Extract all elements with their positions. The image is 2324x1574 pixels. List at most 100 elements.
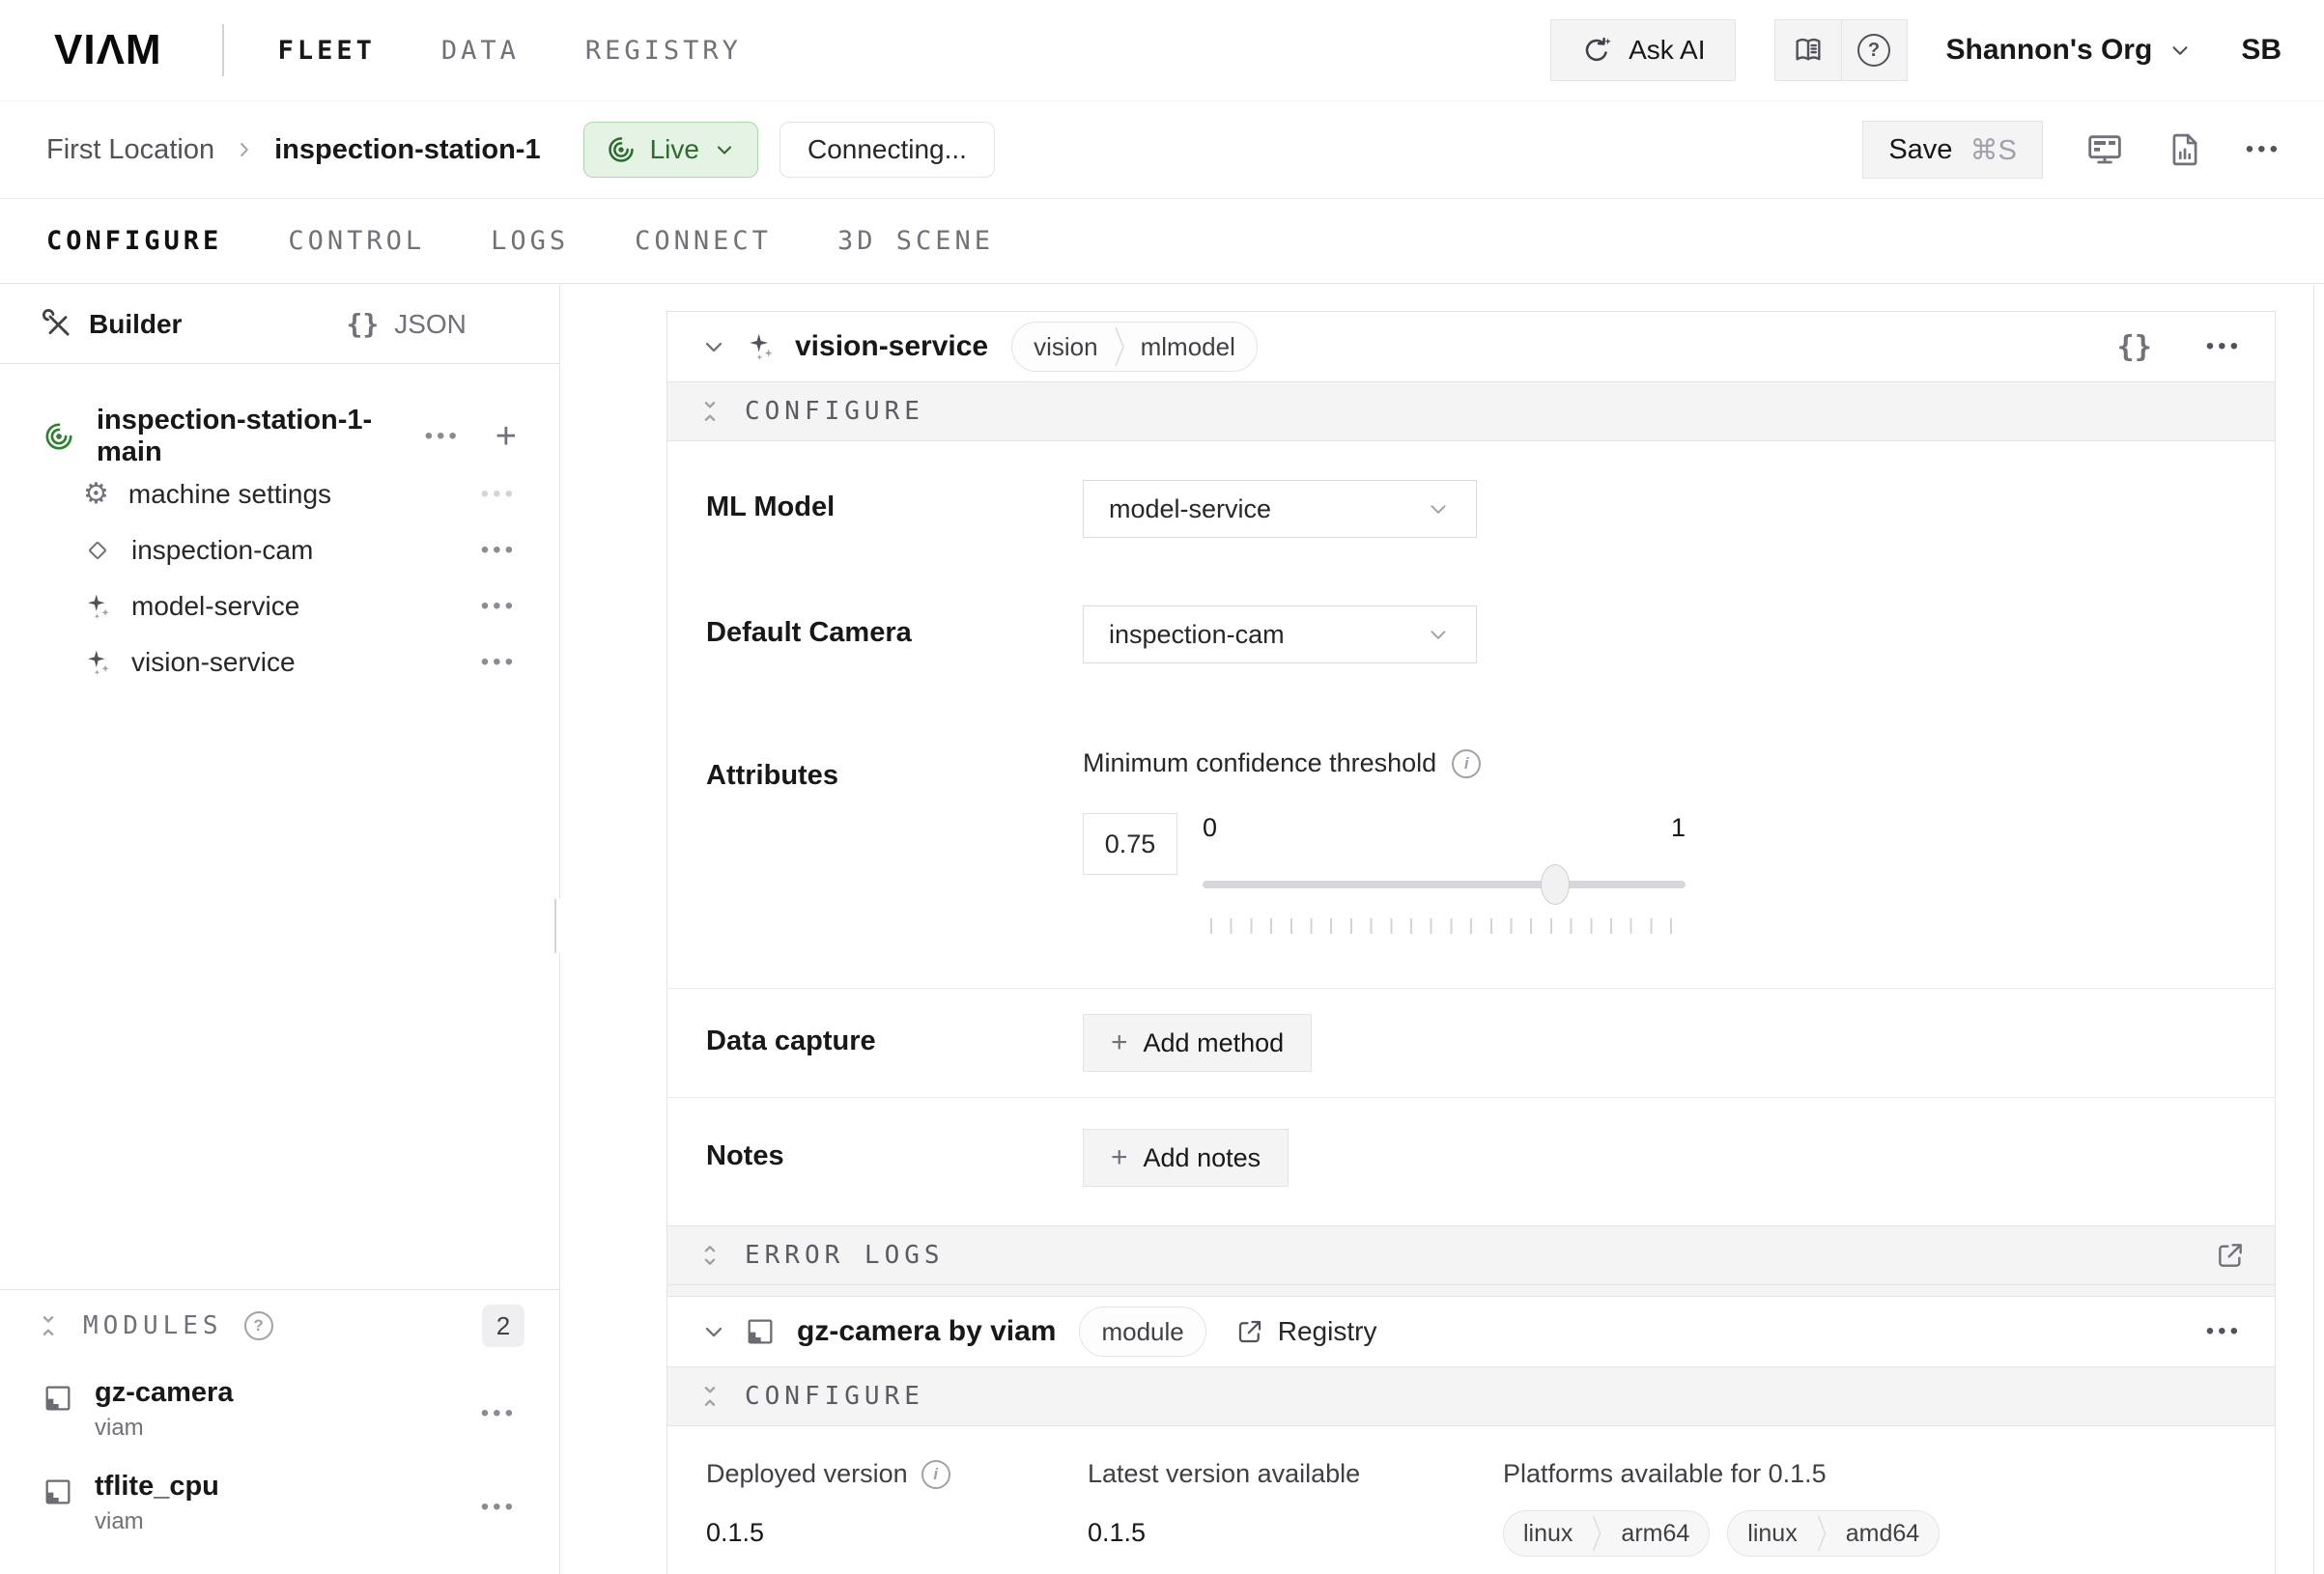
- tree-item-vision-service[interactable]: vision-service •••: [0, 634, 559, 690]
- nav-data[interactable]: DATA: [441, 36, 520, 66]
- module-item-tflite-cpu[interactable]: tflite_cpu viam •••: [0, 1455, 559, 1549]
- tab-configure[interactable]: CONFIGURE: [46, 226, 222, 256]
- tab-connect[interactable]: CONNECT: [635, 226, 772, 256]
- mode-builder[interactable]: Builder: [43, 309, 182, 340]
- fold-icon[interactable]: [696, 1383, 723, 1410]
- tree-item-more-menu[interactable]: •••: [481, 651, 517, 674]
- service-sparkles-icon: [745, 331, 776, 362]
- notes-row: Notes + Add notes: [667, 1098, 2275, 1225]
- tree-root-machine[interactable]: inspection-station-1-main ••• +: [0, 407, 559, 466]
- tree-item-more-menu[interactable]: •••: [481, 539, 517, 562]
- nav-registry[interactable]: REGISTRY: [585, 36, 742, 66]
- platforms-label: Platforms available for 0.1.5: [1503, 1459, 1827, 1489]
- tab-3d-scene[interactable]: 3D SCENE: [837, 226, 994, 256]
- service-sparkles-icon: [83, 592, 112, 621]
- header-right: Ask AI ? Shannon's Org: [1550, 19, 2281, 81]
- save-button[interactable]: Save ⌘S: [1862, 121, 2042, 179]
- platform-os: linux: [1504, 1520, 1592, 1548]
- chevron-down-icon: [1426, 496, 1451, 521]
- add-component-button[interactable]: +: [496, 418, 517, 455]
- info-icon[interactable]: i: [921, 1460, 950, 1489]
- tree-item-label: model-service: [131, 591, 299, 622]
- slider-handle[interactable]: [1541, 864, 1570, 905]
- module-more-menu[interactable]: •••: [481, 1402, 517, 1425]
- org-switcher[interactable]: Shannon's Org: [1946, 34, 2194, 67]
- top-nav: FLEET DATA REGISTRY: [278, 36, 742, 66]
- module-card-more-menu[interactable]: •••: [2206, 1320, 2242, 1343]
- latest-version-label: Latest version available: [1088, 1459, 1360, 1489]
- add-method-button[interactable]: + Add method: [1083, 1014, 1312, 1072]
- vision-card-more-menu[interactable]: •••: [2206, 335, 2242, 358]
- module-configure-body: Deployed version i 0.1.5 Latest version …: [667, 1426, 2275, 1574]
- vision-configure-header: CONFIGURE: [667, 381, 2275, 441]
- module-more-menu[interactable]: •••: [481, 1496, 517, 1519]
- live-status-dropdown[interactable]: Live: [583, 122, 758, 178]
- error-logs-header: ERROR LOGS: [667, 1225, 2275, 1285]
- tree-item-model-service[interactable]: model-service •••: [0, 578, 559, 634]
- tree-item-more-menu[interactable]: •••: [481, 595, 517, 618]
- breadcrumb-location[interactable]: First Location: [46, 134, 214, 166]
- live-status-label: Live: [650, 134, 699, 165]
- slider-track[interactable]: [1203, 881, 1686, 888]
- tree-item-inspection-cam[interactable]: inspection-cam •••: [0, 522, 559, 578]
- platform-pill: linux amd64: [1727, 1510, 1940, 1557]
- tree-item-more-menu[interactable]: •••: [481, 483, 517, 506]
- configure-section-label: CONFIGURE: [745, 1382, 924, 1411]
- platforms-col: Platforms available for 0.1.5 linux arm6…: [1503, 1459, 2236, 1557]
- chevron-down-icon[interactable]: [700, 1318, 727, 1345]
- fold-icon[interactable]: [696, 398, 723, 425]
- modules-count-badge: 2: [482, 1305, 524, 1347]
- help-button[interactable]: ?: [1841, 20, 1907, 80]
- chevron-down-icon[interactable]: [700, 333, 727, 360]
- registry-link[interactable]: Registry: [1235, 1316, 1377, 1347]
- viam-logo: VIΛM: [54, 26, 162, 74]
- machine-more-menu[interactable]: •••: [2246, 138, 2281, 161]
- info-icon[interactable]: i: [1452, 749, 1481, 778]
- viam-app: VIΛM FLEET DATA REGISTRY Ask AI: [0, 0, 2324, 1574]
- ask-ai-button[interactable]: Ask AI: [1550, 19, 1735, 81]
- modules-help-icon[interactable]: ?: [244, 1311, 273, 1340]
- tab-control[interactable]: CONTROL: [288, 226, 425, 256]
- logs-file-icon[interactable]: [2167, 131, 2203, 168]
- default-camera-value: inspection-cam: [1109, 620, 1285, 650]
- vision-configure-body: ML Model model-service Default Camera: [667, 441, 2275, 988]
- confidence-value-input[interactable]: 0.75: [1083, 813, 1177, 875]
- platform-os: linux: [1728, 1520, 1816, 1548]
- edit-json-button[interactable]: {}: [2117, 330, 2152, 364]
- monitor-icon[interactable]: [2085, 130, 2124, 169]
- deployed-version-col: Deployed version i 0.1.5: [706, 1459, 1088, 1557]
- mode-toggle-row: Builder {} JSON: [0, 285, 559, 364]
- unfold-icon[interactable]: [696, 1242, 723, 1269]
- slider-ticks: [1210, 918, 1678, 934]
- registry-label: Registry: [1278, 1316, 1377, 1347]
- tree-root-more-menu[interactable]: •••: [425, 425, 461, 448]
- avatar[interactable]: SB: [2241, 34, 2281, 67]
- machine-tree: inspection-station-1-main ••• + ⚙ machin…: [0, 364, 559, 690]
- plus-icon: +: [1111, 1028, 1128, 1057]
- tab-logs[interactable]: LOGS: [491, 226, 569, 256]
- config-sidebar: Builder {} JSON inspection: [0, 285, 560, 1574]
- docs-button[interactable]: [1775, 20, 1841, 80]
- ml-model-select[interactable]: model-service: [1083, 480, 1477, 538]
- ask-ai-icon: [1580, 34, 1613, 67]
- mode-json[interactable]: {} JSON: [346, 308, 466, 340]
- tree-item-label: machine settings: [128, 479, 331, 510]
- nav-fleet[interactable]: FLEET: [278, 36, 376, 66]
- braces-icon: {}: [346, 308, 379, 340]
- machine-tabs: CONFIGURE CONTROL LOGS CONNECT 3D SCENE: [0, 199, 2324, 284]
- tree-item-machine-settings[interactable]: ⚙ machine settings •••: [0, 466, 559, 522]
- connecting-button[interactable]: Connecting...: [779, 122, 995, 178]
- module-item-gz-camera[interactable]: gz-camera viam •••: [0, 1362, 559, 1455]
- modules-title: MODULES: [83, 1311, 223, 1340]
- default-camera-select[interactable]: inspection-cam: [1083, 605, 1477, 663]
- slider-min-label: 0: [1203, 813, 1217, 843]
- vision-card-header: vision-service vision mlmodel {} •••: [667, 312, 2275, 381]
- fold-icon[interactable]: [35, 1312, 62, 1339]
- platform-arch: amd64: [1827, 1520, 1939, 1548]
- module-card-title: gz-camera by viam: [797, 1315, 1056, 1348]
- open-logs-external-icon[interactable]: [2215, 1240, 2246, 1271]
- add-notes-button[interactable]: + Add notes: [1083, 1129, 1289, 1187]
- chevron-down-icon: [713, 138, 736, 161]
- save-label: Save: [1888, 134, 1952, 166]
- modules-header: MODULES ? 2: [0, 1290, 559, 1362]
